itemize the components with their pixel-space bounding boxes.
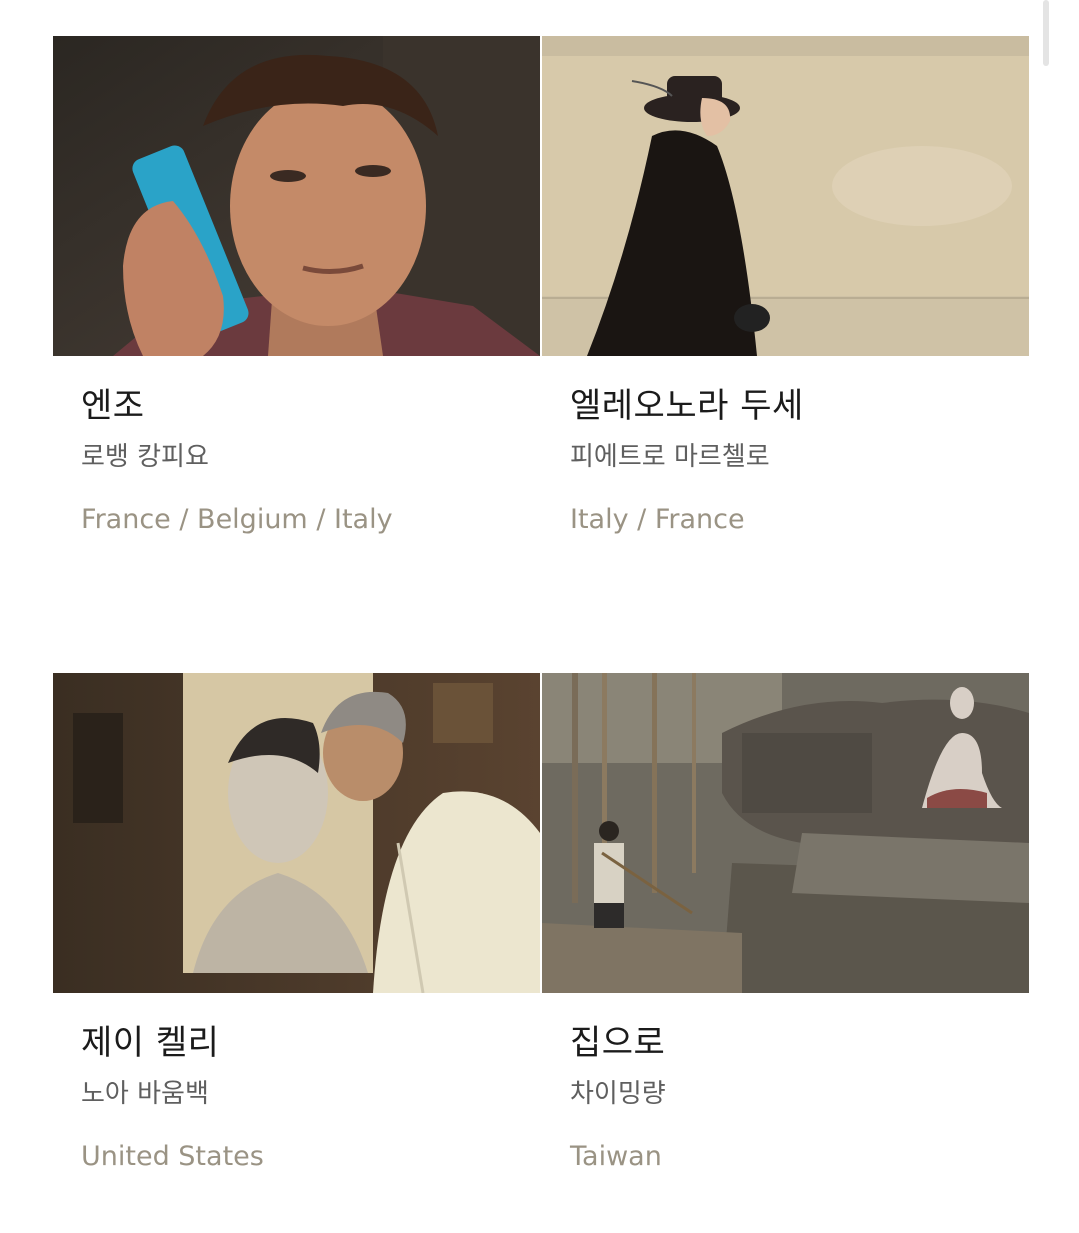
film-director: 로뱅 캉피요 xyxy=(81,442,209,472)
film-director: 피에트로 마르첼로 xyxy=(570,442,770,472)
film-country: United States xyxy=(81,1141,264,1172)
film-thumbnail[interactable] xyxy=(542,36,1029,356)
film-card[interactable]: 엘레오노라 두세 피에트로 마르첼로 Italy / France xyxy=(542,36,1029,538)
film-thumbnail[interactable] xyxy=(542,673,1029,993)
film-country: Taiwan xyxy=(570,1141,662,1172)
film-title[interactable]: 제이 켈리 xyxy=(81,1021,540,1065)
film-card[interactable]: 엔조 로뱅 캉피요 France / Belgium / Italy xyxy=(53,36,540,538)
film-title[interactable]: 집으로 xyxy=(570,1021,1029,1065)
scrollbar[interactable] xyxy=(1043,0,1049,66)
film-card[interactable]: 집으로 차이밍량 Taiwan xyxy=(542,673,1029,1175)
film-director: 차이밍량 xyxy=(570,1079,666,1109)
film-card[interactable]: 제이 켈리 노아 바움백 United States xyxy=(53,673,540,1175)
film-country: Italy / France xyxy=(570,504,745,535)
film-title[interactable]: 엘레오노라 두세 xyxy=(570,384,1029,428)
film-thumbnail[interactable] xyxy=(53,673,540,993)
film-title[interactable]: 엔조 xyxy=(81,384,540,428)
film-director: 노아 바움백 xyxy=(81,1079,209,1109)
film-list-page: 엔조 로뱅 캉피요 France / Belgium / Italy 엘레오노라… xyxy=(0,0,1079,1233)
film-country: France / Belgium / Italy xyxy=(81,504,393,535)
film-thumbnail[interactable] xyxy=(53,36,540,356)
